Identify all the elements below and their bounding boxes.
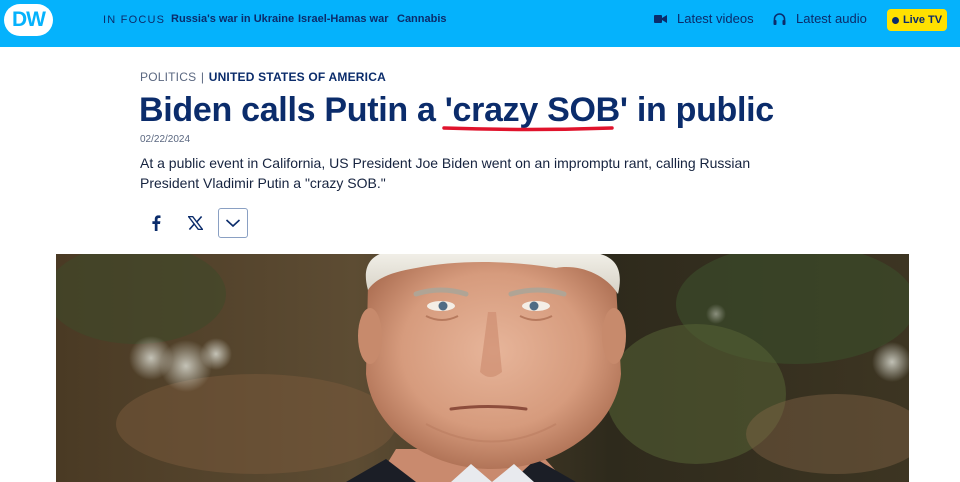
article-lead: At a public event in California, US Pres… xyxy=(140,155,751,191)
article-hero-image xyxy=(56,254,909,482)
nav-link-israel-hamas[interactable]: Israel-Hamas war xyxy=(298,13,389,25)
chevron-down-icon xyxy=(225,219,241,228)
live-tv-label: Live TV xyxy=(902,14,943,26)
headphones-icon xyxy=(773,12,786,25)
red-underline-annotation xyxy=(442,126,614,132)
nav-link-cannabis[interactable]: Cannabis xyxy=(397,13,447,25)
share-facebook-button[interactable] xyxy=(141,208,171,238)
article-kicker: POLITICS | UNITED STATES OF AMERICA xyxy=(140,70,386,84)
latest-audio-label: Latest audio xyxy=(796,11,867,26)
latest-videos-link[interactable]: Latest videos xyxy=(654,11,754,26)
category-link[interactable]: POLITICS xyxy=(140,70,196,84)
latest-audio-link[interactable]: Latest audio xyxy=(773,11,867,26)
top-navigation-bar: DW IN FOCUS Russia's war in Ukraine Isra… xyxy=(0,0,960,47)
video-camera-icon xyxy=(654,14,667,23)
latest-videos-label: Latest videos xyxy=(677,11,754,26)
live-dot-icon xyxy=(891,16,899,24)
country-link[interactable]: UNITED STATES OF AMERICA xyxy=(209,70,386,84)
share-more-button[interactable] xyxy=(218,208,248,238)
facebook-icon xyxy=(152,215,161,231)
live-tv-button[interactable]: Live TV xyxy=(887,9,947,31)
portrait-photo xyxy=(56,254,909,482)
nav-link-russia-ukraine[interactable]: Russia's war in Ukraine xyxy=(171,13,294,25)
share-x-button[interactable] xyxy=(180,208,210,238)
kicker-separator: | xyxy=(200,70,205,84)
x-icon xyxy=(187,216,203,230)
dw-logo[interactable]: DW xyxy=(4,4,53,36)
article-date: 02/22/2024 xyxy=(140,134,191,145)
in-focus-label: IN FOCUS xyxy=(103,14,166,26)
